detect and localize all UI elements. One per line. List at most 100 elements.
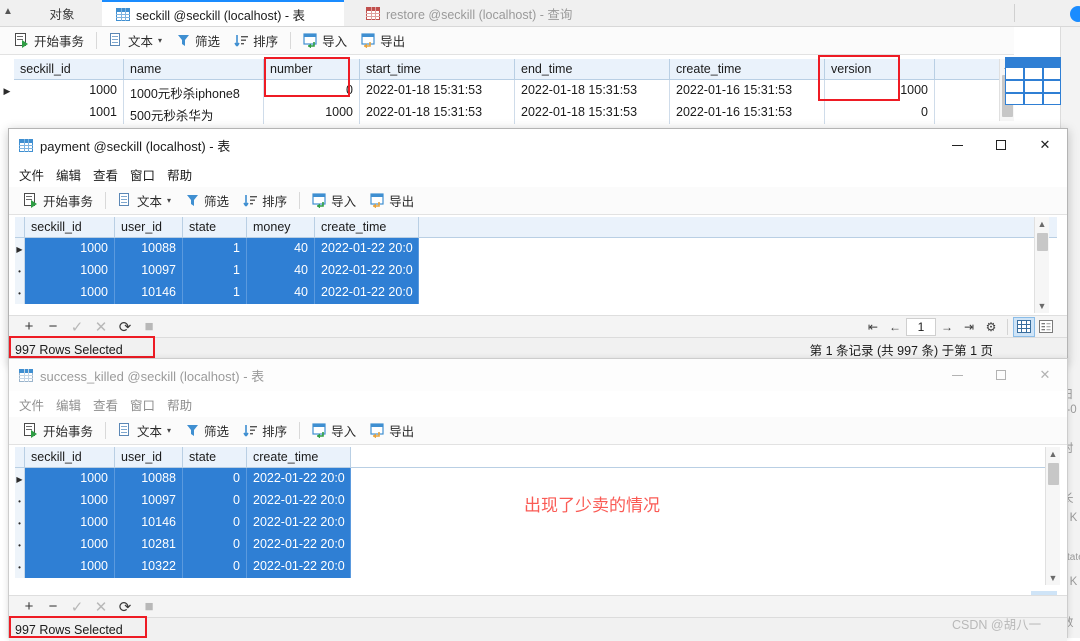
import-button[interactable]: 导入 xyxy=(305,420,363,442)
close-button[interactable]: ✕ xyxy=(1023,359,1067,391)
sk-table-row[interactable]: ▶ 1000 10088 0 2022-01-22 20:0 xyxy=(15,468,1045,490)
last-page-button[interactable]: ⇥ xyxy=(958,317,980,337)
confirm-button[interactable]: ✓ xyxy=(65,317,89,337)
scroll-up-icon[interactable]: ▲ xyxy=(1035,217,1049,231)
begin-transaction-button[interactable]: 开始事务 xyxy=(17,420,100,442)
success-killed-window[interactable]: success_killed @seckill (localhost) - 表 … xyxy=(8,358,1068,641)
payment-col-seckill-id[interactable]: seckill_id xyxy=(25,217,115,237)
first-page-button[interactable]: ⇤ xyxy=(862,317,884,337)
sort-button[interactable]: 排序 xyxy=(227,30,285,52)
cell-end-time[interactable]: 2022-01-18 15:31:53 xyxy=(515,80,670,102)
cell-user-id[interactable]: 10088 xyxy=(115,238,183,260)
filter-button[interactable]: 筛选 xyxy=(178,420,236,442)
cancel-button[interactable]: ✕ xyxy=(89,597,113,617)
scroll-down-icon[interactable]: ▼ xyxy=(1046,571,1060,585)
payment-table-row[interactable]: • 1000 10097 1 40 2022-01-22 20:0 xyxy=(15,260,1057,282)
cell-version[interactable]: 0 xyxy=(825,102,935,124)
menu-edit[interactable]: 编辑 xyxy=(56,163,93,186)
text-button[interactable]: 文本 ▾ xyxy=(111,190,178,212)
cell-create-time[interactable]: 2022-01-22 20:0 xyxy=(247,512,351,534)
cell-seckill-id[interactable]: 1000 xyxy=(25,260,115,282)
cell-seckill-id[interactable]: 1000 xyxy=(25,490,115,512)
cell-number[interactable]: 1000 xyxy=(264,102,360,124)
cell-user-id[interactable]: 10322 xyxy=(115,556,183,578)
menu-file[interactable]: 文件 xyxy=(19,393,56,416)
cell-state[interactable]: 0 xyxy=(183,512,247,534)
scroll-down-icon[interactable]: ▼ xyxy=(1035,299,1049,313)
sk-col-create-time[interactable]: create_time xyxy=(247,447,351,467)
export-button[interactable]: 导出 xyxy=(354,30,412,52)
cell-create-time[interactable]: 2022-01-22 20:0 xyxy=(315,238,419,260)
cell-name[interactable]: 500元秒杀华为 xyxy=(124,102,264,124)
cell-state[interactable]: 0 xyxy=(183,534,247,556)
menu-file[interactable]: 文件 xyxy=(19,163,56,186)
export-button[interactable]: 导出 xyxy=(363,190,421,212)
cell-create-time[interactable]: 2022-01-16 15:31:53 xyxy=(670,102,825,124)
cell-name[interactable]: 1000元秒杀iphone8 xyxy=(124,80,264,102)
cell-money[interactable]: 40 xyxy=(247,282,315,304)
cell-money[interactable]: 40 xyxy=(247,260,315,282)
cell-version[interactable]: 1000 xyxy=(825,80,935,102)
cell-state[interactable]: 0 xyxy=(183,556,247,578)
cell-create-time[interactable]: 2022-01-22 20:0 xyxy=(247,534,351,556)
grid-view-button[interactable] xyxy=(1013,316,1035,337)
menu-window[interactable]: 窗口 xyxy=(130,393,167,416)
sk-col-seckill-id[interactable]: seckill_id xyxy=(25,447,115,467)
cell-create-time[interactable]: 2022-01-22 20:0 xyxy=(247,468,351,490)
form-view-button[interactable] xyxy=(1035,317,1057,337)
payment-window-titlebar[interactable]: payment @seckill (localhost) - 表 xyxy=(9,129,1067,161)
cell-start-time[interactable]: 2022-01-18 15:31:53 xyxy=(360,80,515,102)
success-killed-titlebar[interactable]: success_killed @seckill (localhost) - 表 xyxy=(9,359,1067,391)
cell-create-time[interactable]: 2022-01-22 20:0 xyxy=(315,282,419,304)
base-col-number[interactable]: number xyxy=(264,59,360,79)
close-button[interactable]: ✕ xyxy=(1023,129,1067,161)
success-killed-grid-scrollbar[interactable]: ▲ ▼ xyxy=(1045,447,1060,585)
menu-edit[interactable]: 编辑 xyxy=(56,393,93,416)
cell-state[interactable]: 1 xyxy=(183,238,247,260)
import-button[interactable]: 导入 xyxy=(305,190,363,212)
cell-create-time[interactable]: 2022-01-22 20:0 xyxy=(315,260,419,282)
export-button[interactable]: 导出 xyxy=(363,420,421,442)
refresh-button[interactable]: ⟳ xyxy=(113,317,137,337)
payment-col-state[interactable]: state xyxy=(183,217,247,237)
cell-create-time[interactable]: 2022-01-22 20:0 xyxy=(247,556,351,578)
stop-button[interactable]: ■ xyxy=(137,597,161,617)
add-row-button[interactable]: + xyxy=(17,317,41,337)
cell-state[interactable]: 0 xyxy=(183,490,247,512)
payment-col-money[interactable]: money xyxy=(247,217,315,237)
base-table-row[interactable]: 1001 500元秒杀华为 1000 2022-01-18 15:31:53 2… xyxy=(0,102,1000,124)
cell-user-id[interactable]: 10281 xyxy=(115,534,183,556)
remove-row-button[interactable]: − xyxy=(41,597,65,617)
menu-view[interactable]: 查看 xyxy=(93,163,130,186)
cell-user-id[interactable]: 10088 xyxy=(115,468,183,490)
payment-table-row[interactable]: ▶ 1000 10088 1 40 2022-01-22 20:0 xyxy=(15,238,1057,260)
chevron-down-icon[interactable]: ▾ xyxy=(158,36,162,45)
cell-create-time[interactable]: 2022-01-22 20:0 xyxy=(247,490,351,512)
text-button[interactable]: 文本 ▾ xyxy=(102,30,169,52)
payment-window[interactable]: payment @seckill (localhost) - 表 ✕ 文件 编辑… xyxy=(8,128,1068,362)
cell-user-id[interactable]: 10097 xyxy=(115,490,183,512)
text-button[interactable]: 文本 ▾ xyxy=(111,420,178,442)
cell-user-id[interactable]: 10146 xyxy=(115,512,183,534)
cell-seckill-id[interactable]: 1000 xyxy=(25,238,115,260)
base-col-create-time[interactable]: create_time xyxy=(670,59,825,79)
next-page-button[interactable]: → xyxy=(936,317,958,337)
add-row-button[interactable]: + xyxy=(17,597,41,617)
cell-end-time[interactable]: 2022-01-18 15:31:53 xyxy=(515,102,670,124)
chevron-down-icon[interactable]: ▾ xyxy=(167,426,171,435)
sk-table-row[interactable]: • 1000 10322 0 2022-01-22 20:0 xyxy=(15,556,1045,578)
base-col-start-time[interactable]: start_time xyxy=(360,59,515,79)
cell-seckill-id[interactable]: 1000 xyxy=(25,512,115,534)
cell-state[interactable]: 0 xyxy=(183,468,247,490)
cell-user-id[interactable]: 10097 xyxy=(115,260,183,282)
cell-seckill-id[interactable]: 1000 xyxy=(25,534,115,556)
minimize-button[interactable] xyxy=(935,129,979,161)
cell-state[interactable]: 1 xyxy=(183,260,247,282)
sort-button[interactable]: 排序 xyxy=(236,190,294,212)
base-col-version[interactable]: version xyxy=(825,59,935,79)
prev-page-button[interactable]: ← xyxy=(884,317,906,337)
begin-transaction-button[interactable]: 开始事务 xyxy=(17,190,100,212)
sort-button[interactable]: 排序 xyxy=(236,420,294,442)
payment-col-user-id[interactable]: user_id xyxy=(115,217,183,237)
sk-table-row[interactable]: • 1000 10281 0 2022-01-22 20:0 xyxy=(15,534,1045,556)
